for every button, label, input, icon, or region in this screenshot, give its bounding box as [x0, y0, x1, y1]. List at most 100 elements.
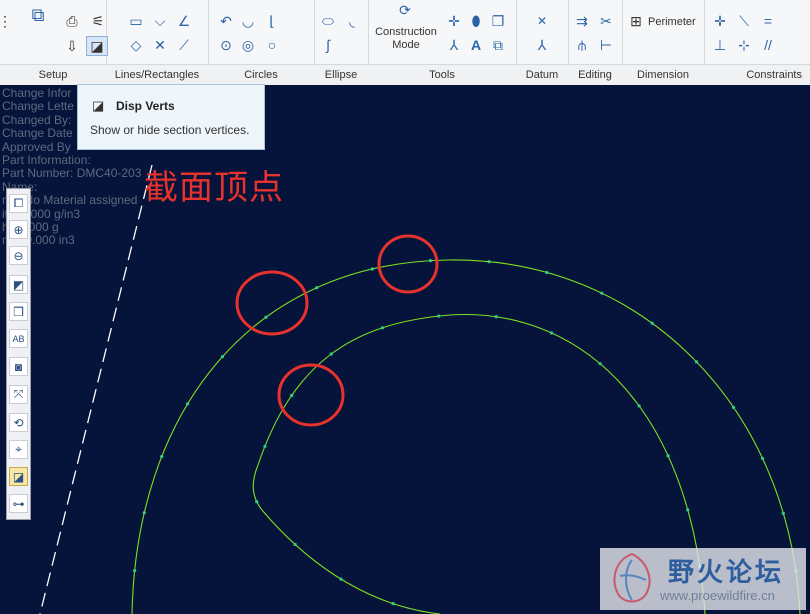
- datum-csys-icon[interactable]: ⅄: [532, 36, 552, 54]
- highlight-circle: [277, 363, 345, 427]
- model-info-line: Change Lette: [2, 99, 75, 114]
- group-dimension: ⊞ Perimeter Dimension: [622, 0, 705, 85]
- disp-verts-toggle-icon[interactable]: ◪: [9, 467, 28, 486]
- perpendicular-constraint-icon[interactable]: ⊥: [710, 36, 730, 54]
- group-editing: ⇉ ✂ ⫛ ⊢ Editing: [568, 0, 623, 85]
- vertex-marker: [160, 454, 164, 459]
- vertex-marker: [487, 260, 491, 264]
- highlight-circle: [235, 270, 309, 336]
- parallel-constraint-icon[interactable]: //: [758, 36, 778, 54]
- thicken-icon[interactable]: ❐: [488, 12, 508, 30]
- group-label-ellipse: Ellipse: [314, 64, 368, 85]
- vertex-marker: [428, 259, 433, 263]
- slanted-rectangle-icon[interactable]: ◇: [126, 36, 146, 54]
- corner-icon[interactable]: ⊢: [596, 36, 616, 54]
- delete-segment-icon[interactable]: ✂: [596, 12, 616, 30]
- circle-center-icon[interactable]: ⊙: [216, 36, 236, 54]
- refit-icon[interactable]: ⧠: [9, 194, 28, 213]
- vertex-marker: [370, 267, 374, 271]
- vertex-marker: [315, 286, 319, 290]
- project-icon[interactable]: ⧉: [488, 36, 508, 54]
- ellipse-icon[interactable]: ⬭: [318, 12, 338, 30]
- arc-3point-icon[interactable]: ↶: [216, 12, 236, 30]
- sketch-view-icon[interactable]: ⚟: [88, 12, 108, 30]
- model-info-line: Part Information:: [2, 153, 91, 167]
- point-icon[interactable]: ✛: [444, 12, 464, 30]
- repaint-icon[interactable]: ◩: [9, 275, 28, 294]
- view-manager-icon[interactable]: ◙: [9, 357, 28, 376]
- vertex-marker: [494, 315, 498, 319]
- vertical-constraint-icon[interactable]: ⟍: [734, 12, 754, 30]
- modify-icon[interactable]: ⇉: [572, 12, 592, 30]
- group-label-circles: Circles: [208, 64, 314, 85]
- spline-icon[interactable]: ∫: [318, 36, 338, 54]
- disp-verts-icon: ◪: [92, 98, 105, 113]
- vertex-marker: [133, 569, 137, 573]
- datum-point-icon[interactable]: ✕: [532, 12, 552, 30]
- circle-3point-icon[interactable]: ○: [262, 36, 282, 54]
- disp-verts-icon[interactable]: ◪: [86, 36, 108, 56]
- vertex-marker: [598, 362, 602, 366]
- equal-constraint-icon[interactable]: =: [758, 12, 778, 30]
- reference-icon[interactable]: ⎙: [62, 12, 82, 30]
- group-constraints: ✛ ⟍ = ⊥ ⊹ // Constraints: [704, 0, 810, 85]
- perimeter-button[interactable]: Perimeter: [648, 16, 696, 29]
- watermark: 野火论坛 www.proewildfire.cn: [600, 548, 806, 610]
- line-chain-icon[interactable]: ⌵: [150, 12, 170, 30]
- perimeter-icon[interactable]: ⊞: [626, 12, 646, 30]
- midpoint-constraint-icon[interactable]: ⊹: [734, 36, 754, 54]
- vertex-marker: [637, 404, 641, 408]
- ellipse-fillet-icon[interactable]: ◟: [342, 12, 362, 30]
- vertex-marker: [437, 314, 441, 318]
- ribbon-toolbar: ⧉ ⎙ ⚟ ⇩ ◪ ⋮ Setup ▭ ⌵ ∠ ◇ ✕ ⟋ Lines/Rect…: [0, 0, 810, 85]
- group-label-datum: Datum: [516, 64, 568, 85]
- mirror-icon[interactable]: ⫛: [572, 36, 592, 54]
- display-style-icon[interactable]: ❒: [9, 302, 28, 321]
- saved-orientations-icon[interactable]: AB: [9, 329, 28, 348]
- vertex-marker: [142, 511, 146, 515]
- group-label-setup: Setup: [0, 64, 106, 85]
- vertex-marker: [694, 360, 699, 364]
- spin-center-icon[interactable]: ⟲: [9, 413, 28, 432]
- offset-icon[interactable]: ⬮: [466, 12, 486, 30]
- group-tools: ⟳ Construction Mode ✛ ⬮ ❐ ⅄ A ⧉ Tools: [368, 0, 517, 85]
- construction-mode-button[interactable]: Construction Mode: [372, 26, 440, 52]
- vertex-marker: [549, 331, 554, 335]
- vertex-marker: [293, 542, 297, 547]
- model-info-line: Part Number: DMC40-203: [2, 166, 142, 181]
- highlight-circle: [377, 234, 439, 294]
- datum-display-icon[interactable]: ⤧: [9, 385, 28, 404]
- palette-icon[interactable]: ⋮: [0, 12, 12, 30]
- annotation-display-icon[interactable]: ⌖: [9, 440, 28, 459]
- model-info-line: Change Date: [2, 126, 73, 141]
- vertex-marker: [650, 321, 654, 325]
- constraint-display-icon[interactable]: ⊶: [9, 494, 28, 513]
- watermark-url: www.proewildfire.cn: [660, 588, 775, 603]
- horizontal-constraint-icon[interactable]: ✛: [710, 12, 730, 30]
- watermark-title: 野火论坛: [668, 558, 785, 588]
- import-icon[interactable]: ⇩: [62, 37, 82, 55]
- group-label-constraints: Constraints: [704, 64, 810, 85]
- group-label-lines: Lines/Rectangles: [106, 64, 208, 85]
- sketch-setup-icon[interactable]: ⧉: [26, 4, 50, 26]
- vertex-marker: [760, 456, 765, 461]
- sketch-geometry: [39, 164, 801, 614]
- vertex-marker: [686, 508, 690, 512]
- vertex-marker: [600, 291, 604, 295]
- construction-mode-icon[interactable]: ⟳: [394, 0, 416, 20]
- centerline-icon[interactable]: ✕: [150, 36, 170, 54]
- tooltip: ◪ Disp Verts Show or hide section vertic…: [77, 84, 265, 150]
- zoom-out-icon[interactable]: ⊖: [9, 246, 28, 265]
- rectangle-icon[interactable]: ▭: [126, 12, 146, 30]
- line-tangent-icon[interactable]: ∠: [174, 12, 194, 30]
- circle-concentric-icon[interactable]: ◎: [238, 36, 258, 54]
- coordinate-system-icon[interactable]: ⅄: [444, 36, 464, 54]
- arc-concentric-icon[interactable]: ◡: [238, 12, 258, 30]
- sketch-canvas[interactable]: Change Infor Change Lette Changed By: Chang…: [0, 85, 810, 614]
- tooltip-title: Disp Verts: [116, 99, 175, 113]
- zoom-in-icon[interactable]: ⊕: [9, 220, 28, 239]
- text-icon[interactable]: A: [466, 36, 486, 54]
- fillet-icon[interactable]: ⌊: [262, 12, 282, 30]
- vertex-marker: [255, 500, 259, 504]
- line-icon[interactable]: ⟋: [174, 36, 194, 54]
